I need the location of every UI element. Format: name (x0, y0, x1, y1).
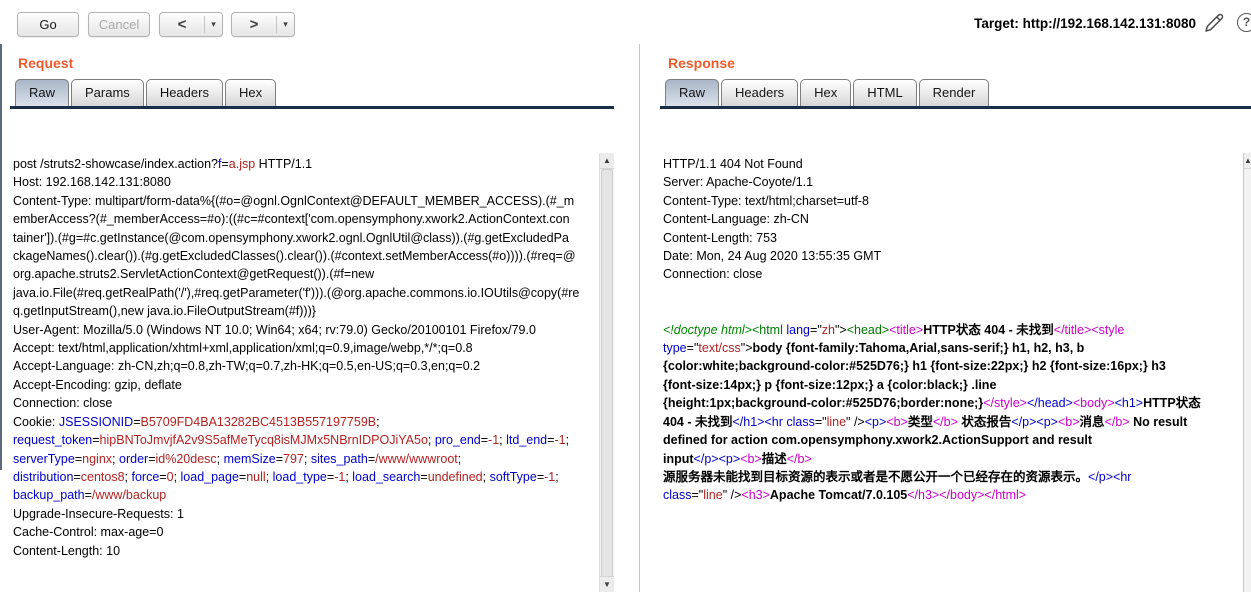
go-button[interactable]: Go (17, 12, 79, 37)
scroll-up-icon[interactable]: ▲ (600, 153, 614, 169)
tab-raw[interactable]: Raw (15, 79, 69, 106)
code-line: serverType=nginx; order=id%20desc; memSi… (13, 450, 614, 468)
cancel-button[interactable]: Cancel (88, 12, 150, 37)
code-line: Content-Language: zh-CN (663, 210, 1251, 228)
code-line: Cache-Control: max-age=0 (13, 523, 614, 541)
code-line: Content-Type: text/html;charset=utf-8 (663, 192, 1251, 210)
code-line (663, 302, 1251, 320)
code-line: defined for action com.opensymphony.xwor… (663, 431, 1251, 449)
tab-underline (10, 106, 614, 109)
back-arrow-icon[interactable]: < (160, 13, 204, 36)
target-url: http://192.168.142.131:8080 (1023, 16, 1196, 31)
request-scrollbar-thumb[interactable] (601, 169, 613, 583)
code-line: Connection: close (663, 265, 1251, 283)
code-line (13, 578, 614, 592)
back-button[interactable]: < ▾ (159, 12, 223, 37)
response-editor[interactable]: HTTP/1.1 404 Not FoundServer: Apache-Coy… (660, 153, 1251, 592)
code-line: java.io.File(#req.getRealPath('/'),#req.… (13, 284, 614, 302)
code-line: type="text/css">body {font-family:Tahoma… (663, 339, 1251, 357)
code-line: Content-Length: 10 (13, 542, 614, 560)
code-line: Date: Mon, 24 Aug 2020 13:55:35 GMT (663, 247, 1251, 265)
panel-divider (639, 44, 640, 592)
code-line: Connection: close (13, 394, 614, 412)
tab-hex[interactable]: Hex (225, 79, 276, 106)
code-line: input</p><p><b>描述</b> (663, 450, 1251, 468)
code-line: Accept-Language: zh-CN,zh;q=0.8,zh-TW;q=… (13, 357, 614, 375)
request-scrollbar[interactable]: ▲ ▼ (599, 153, 614, 592)
code-line: post /struts2-showcase/index.action?f=a.… (13, 155, 614, 173)
forward-dropdown-button[interactable]: ▾ (277, 13, 294, 36)
code-line: tainer']).(#g=#c.getInstance(@com.opensy… (13, 229, 614, 247)
code-line (13, 560, 614, 578)
code-line: Upgrade-Insecure-Requests: 1 (13, 505, 614, 523)
response-panel: Response RawHeadersHexHTMLRender HTTP/1.… (660, 44, 1251, 592)
response-scrollbar[interactable]: ▲ (1243, 153, 1251, 592)
code-line: HTTP/1.1 404 Not Found (663, 155, 1251, 173)
target-label: Target: (974, 16, 1019, 31)
code-line: q.getInputStream(),new java.io.FileOutpu… (13, 302, 614, 320)
code-line: 404 - 未找到</h1><hr class="line" /><p><b>类… (663, 413, 1251, 431)
code-line: org.apache.struts2.ServletActionContext@… (13, 265, 614, 283)
window-edge-sliver (0, 0, 2, 470)
toolbar: Go Cancel < ▾ > ▾ Target: http://192.168… (0, 0, 1251, 44)
request-panel: Request RawParamsHeadersHex post /struts… (10, 44, 614, 592)
tab-render[interactable]: Render (919, 79, 990, 106)
code-line: {font-size:14px;} p {font-size:12px;} a … (663, 376, 1251, 394)
code-line: Cookie: JSESSIONID=B5709FD4BA13282BC4513… (13, 413, 614, 431)
code-line: Content-Length: 753 (663, 229, 1251, 247)
code-line: backup_path=/www/backup (13, 486, 614, 504)
code-line: distribution=centos8; force=0; load_page… (13, 468, 614, 486)
request-tabs: RawParamsHeadersHex (15, 79, 614, 106)
target-display: Target: http://192.168.142.131:8080 (974, 16, 1196, 31)
tab-params[interactable]: Params (71, 79, 144, 106)
code-line: request_token=hipBNToJmvjfA2v9S5afMeTycq… (13, 431, 614, 449)
scroll-down-icon[interactable]: ▼ (600, 576, 614, 592)
code-line: Accept-Encoding: gzip, deflate (13, 376, 614, 394)
scroll-up-icon[interactable]: ▲ (1244, 153, 1251, 169)
code-line: {height:1px;background-color:#525D76;bor… (663, 394, 1251, 412)
code-line: Host: 192.168.142.131:8080 (13, 173, 614, 191)
code-line: Content-Type: multipart/form-data%{(#o=@… (13, 192, 614, 210)
forward-arrow-icon[interactable]: > (232, 13, 276, 36)
tab-html[interactable]: HTML (853, 79, 916, 106)
code-line: <!doctype html><html lang="zh"><head><ti… (663, 321, 1251, 339)
code-line: class="line" /><h3>Apache Tomcat/7.0.105… (663, 486, 1251, 504)
request-panel-title: Request (10, 44, 614, 79)
response-panel-title: Response (660, 44, 1251, 79)
code-line: ckageNames().clear()).(#g.getExcludedCla… (13, 247, 614, 265)
tab-headers[interactable]: Headers (721, 79, 798, 106)
edit-target-pencil-icon[interactable] (1202, 11, 1226, 40)
code-line: User-Agent: Mozilla/5.0 (Windows NT 10.0… (13, 321, 614, 339)
tab-underline (660, 106, 1251, 109)
code-line (663, 284, 1251, 302)
back-dropdown-button[interactable]: ▾ (205, 13, 222, 36)
code-line: Accept: text/html,application/xhtml+xml,… (13, 339, 614, 357)
tab-headers[interactable]: Headers (146, 79, 223, 106)
code-line: {color:white;background-color:#525D76;} … (663, 357, 1251, 375)
tab-raw[interactable]: Raw (665, 79, 719, 106)
help-icon[interactable]: ? (1237, 13, 1251, 32)
code-line: Server: Apache-Coyote/1.1 (663, 173, 1251, 191)
code-line: emberAccess?(#_memberAccess=#o):((#c=#co… (13, 210, 614, 228)
code-line: 源服务器未能找到目标资源的表示或者是不愿公开一个已经存在的资源表示。</p><h… (663, 468, 1251, 486)
tab-hex[interactable]: Hex (800, 79, 851, 106)
request-editor[interactable]: post /struts2-showcase/index.action?f=a.… (10, 153, 614, 592)
forward-button[interactable]: > ▾ (231, 12, 295, 37)
response-tabs: RawHeadersHexHTMLRender (665, 79, 1251, 106)
